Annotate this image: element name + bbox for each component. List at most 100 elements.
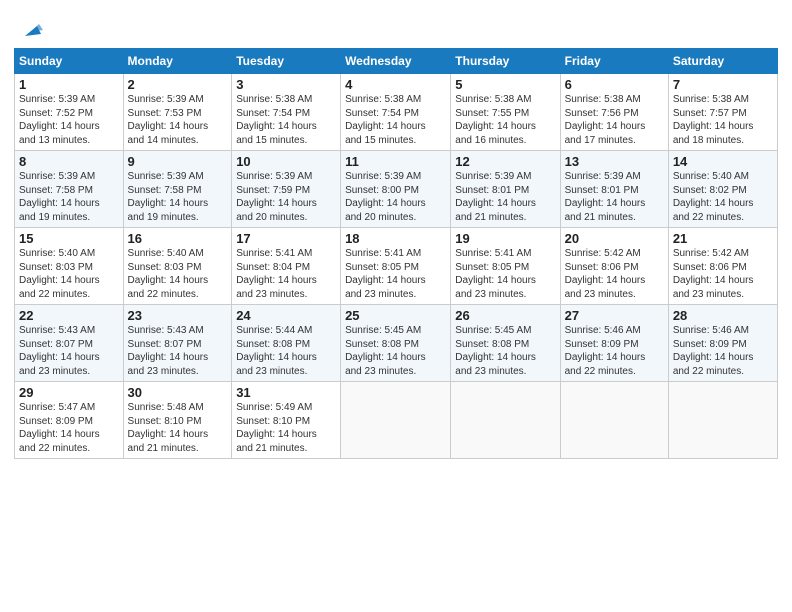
- calendar-cell: 10Sunrise: 5:39 AM Sunset: 7:59 PM Dayli…: [232, 151, 341, 228]
- calendar-cell: 29Sunrise: 5:47 AM Sunset: 8:09 PM Dayli…: [15, 382, 124, 459]
- day-info: Sunrise: 5:40 AM Sunset: 8:03 PM Dayligh…: [128, 247, 228, 301]
- page: SundayMondayTuesdayWednesdayThursdayFrid…: [0, 0, 792, 612]
- day-info: Sunrise: 5:42 AM Sunset: 8:06 PM Dayligh…: [565, 247, 664, 301]
- day-number: 31: [236, 385, 336, 400]
- calendar-week-row: 29Sunrise: 5:47 AM Sunset: 8:09 PM Dayli…: [15, 382, 778, 459]
- calendar-cell: 15Sunrise: 5:40 AM Sunset: 8:03 PM Dayli…: [15, 228, 124, 305]
- day-info: Sunrise: 5:40 AM Sunset: 8:03 PM Dayligh…: [19, 247, 119, 301]
- calendar-cell: [341, 382, 451, 459]
- day-number: 25: [345, 308, 446, 323]
- day-number: 24: [236, 308, 336, 323]
- day-number: 1: [19, 77, 119, 92]
- calendar-cell: 7Sunrise: 5:38 AM Sunset: 7:57 PM Daylig…: [668, 74, 777, 151]
- header: [14, 10, 778, 42]
- day-number: 21: [673, 231, 773, 246]
- calendar-week-row: 15Sunrise: 5:40 AM Sunset: 8:03 PM Dayli…: [15, 228, 778, 305]
- calendar-cell: 11Sunrise: 5:39 AM Sunset: 8:00 PM Dayli…: [341, 151, 451, 228]
- day-number: 7: [673, 77, 773, 92]
- day-info: Sunrise: 5:39 AM Sunset: 8:00 PM Dayligh…: [345, 170, 446, 224]
- day-number: 19: [455, 231, 555, 246]
- calendar-cell: 1Sunrise: 5:39 AM Sunset: 7:52 PM Daylig…: [15, 74, 124, 151]
- day-info: Sunrise: 5:41 AM Sunset: 8:05 PM Dayligh…: [345, 247, 446, 301]
- day-number: 23: [128, 308, 228, 323]
- day-number: 28: [673, 308, 773, 323]
- calendar-cell: 14Sunrise: 5:40 AM Sunset: 8:02 PM Dayli…: [668, 151, 777, 228]
- weekday-header: Monday: [123, 49, 232, 74]
- day-info: Sunrise: 5:39 AM Sunset: 7:52 PM Dayligh…: [19, 93, 119, 147]
- calendar-cell: 17Sunrise: 5:41 AM Sunset: 8:04 PM Dayli…: [232, 228, 341, 305]
- day-info: Sunrise: 5:41 AM Sunset: 8:05 PM Dayligh…: [455, 247, 555, 301]
- day-number: 29: [19, 385, 119, 400]
- day-info: Sunrise: 5:39 AM Sunset: 8:01 PM Dayligh…: [455, 170, 555, 224]
- day-info: Sunrise: 5:47 AM Sunset: 8:09 PM Dayligh…: [19, 401, 119, 455]
- day-info: Sunrise: 5:42 AM Sunset: 8:06 PM Dayligh…: [673, 247, 773, 301]
- day-number: 20: [565, 231, 664, 246]
- calendar-cell: [560, 382, 668, 459]
- calendar-cell: 9Sunrise: 5:39 AM Sunset: 7:58 PM Daylig…: [123, 151, 232, 228]
- calendar-cell: 22Sunrise: 5:43 AM Sunset: 8:07 PM Dayli…: [15, 305, 124, 382]
- calendar-cell: 6Sunrise: 5:38 AM Sunset: 7:56 PM Daylig…: [560, 74, 668, 151]
- weekday-header: Tuesday: [232, 49, 341, 74]
- day-number: 5: [455, 77, 555, 92]
- calendar-cell: 5Sunrise: 5:38 AM Sunset: 7:55 PM Daylig…: [451, 74, 560, 151]
- calendar-cell: 26Sunrise: 5:45 AM Sunset: 8:08 PM Dayli…: [451, 305, 560, 382]
- calendar-cell: [451, 382, 560, 459]
- day-info: Sunrise: 5:40 AM Sunset: 8:02 PM Dayligh…: [673, 170, 773, 224]
- day-number: 26: [455, 308, 555, 323]
- weekday-header: Sunday: [15, 49, 124, 74]
- logo-area: [14, 14, 43, 42]
- calendar-header-row: SundayMondayTuesdayWednesdayThursdayFrid…: [15, 49, 778, 74]
- calendar-cell: 2Sunrise: 5:39 AM Sunset: 7:53 PM Daylig…: [123, 74, 232, 151]
- calendar-cell: 16Sunrise: 5:40 AM Sunset: 8:03 PM Dayli…: [123, 228, 232, 305]
- calendar-cell: 23Sunrise: 5:43 AM Sunset: 8:07 PM Dayli…: [123, 305, 232, 382]
- day-info: Sunrise: 5:38 AM Sunset: 7:54 PM Dayligh…: [345, 93, 446, 147]
- day-info: Sunrise: 5:46 AM Sunset: 8:09 PM Dayligh…: [673, 324, 773, 378]
- day-number: 15: [19, 231, 119, 246]
- day-number: 16: [128, 231, 228, 246]
- day-info: Sunrise: 5:38 AM Sunset: 7:56 PM Dayligh…: [565, 93, 664, 147]
- day-number: 12: [455, 154, 555, 169]
- logo-icon: [17, 16, 43, 42]
- calendar-week-row: 1Sunrise: 5:39 AM Sunset: 7:52 PM Daylig…: [15, 74, 778, 151]
- day-number: 30: [128, 385, 228, 400]
- calendar-cell: 25Sunrise: 5:45 AM Sunset: 8:08 PM Dayli…: [341, 305, 451, 382]
- day-number: 6: [565, 77, 664, 92]
- day-info: Sunrise: 5:38 AM Sunset: 7:54 PM Dayligh…: [236, 93, 336, 147]
- day-number: 4: [345, 77, 446, 92]
- day-info: Sunrise: 5:45 AM Sunset: 8:08 PM Dayligh…: [455, 324, 555, 378]
- calendar-cell: 20Sunrise: 5:42 AM Sunset: 8:06 PM Dayli…: [560, 228, 668, 305]
- day-info: Sunrise: 5:39 AM Sunset: 8:01 PM Dayligh…: [565, 170, 664, 224]
- weekday-header: Saturday: [668, 49, 777, 74]
- calendar-cell: 3Sunrise: 5:38 AM Sunset: 7:54 PM Daylig…: [232, 74, 341, 151]
- day-number: 3: [236, 77, 336, 92]
- day-info: Sunrise: 5:45 AM Sunset: 8:08 PM Dayligh…: [345, 324, 446, 378]
- day-info: Sunrise: 5:46 AM Sunset: 8:09 PM Dayligh…: [565, 324, 664, 378]
- calendar-cell: 21Sunrise: 5:42 AM Sunset: 8:06 PM Dayli…: [668, 228, 777, 305]
- weekday-header: Thursday: [451, 49, 560, 74]
- calendar-cell: [668, 382, 777, 459]
- day-number: 17: [236, 231, 336, 246]
- calendar-cell: 28Sunrise: 5:46 AM Sunset: 8:09 PM Dayli…: [668, 305, 777, 382]
- day-info: Sunrise: 5:38 AM Sunset: 7:55 PM Dayligh…: [455, 93, 555, 147]
- calendar-cell: 18Sunrise: 5:41 AM Sunset: 8:05 PM Dayli…: [341, 228, 451, 305]
- day-info: Sunrise: 5:48 AM Sunset: 8:10 PM Dayligh…: [128, 401, 228, 455]
- day-number: 13: [565, 154, 664, 169]
- day-info: Sunrise: 5:49 AM Sunset: 8:10 PM Dayligh…: [236, 401, 336, 455]
- calendar-cell: 4Sunrise: 5:38 AM Sunset: 7:54 PM Daylig…: [341, 74, 451, 151]
- weekday-header: Wednesday: [341, 49, 451, 74]
- calendar-cell: 31Sunrise: 5:49 AM Sunset: 8:10 PM Dayli…: [232, 382, 341, 459]
- day-number: 14: [673, 154, 773, 169]
- day-info: Sunrise: 5:38 AM Sunset: 7:57 PM Dayligh…: [673, 93, 773, 147]
- day-number: 18: [345, 231, 446, 246]
- day-number: 2: [128, 77, 228, 92]
- day-number: 8: [19, 154, 119, 169]
- day-number: 22: [19, 308, 119, 323]
- day-info: Sunrise: 5:39 AM Sunset: 7:53 PM Dayligh…: [128, 93, 228, 147]
- calendar-cell: 13Sunrise: 5:39 AM Sunset: 8:01 PM Dayli…: [560, 151, 668, 228]
- calendar-cell: 27Sunrise: 5:46 AM Sunset: 8:09 PM Dayli…: [560, 305, 668, 382]
- calendar-cell: 30Sunrise: 5:48 AM Sunset: 8:10 PM Dayli…: [123, 382, 232, 459]
- day-info: Sunrise: 5:39 AM Sunset: 7:59 PM Dayligh…: [236, 170, 336, 224]
- day-info: Sunrise: 5:43 AM Sunset: 8:07 PM Dayligh…: [19, 324, 119, 378]
- day-number: 11: [345, 154, 446, 169]
- day-number: 27: [565, 308, 664, 323]
